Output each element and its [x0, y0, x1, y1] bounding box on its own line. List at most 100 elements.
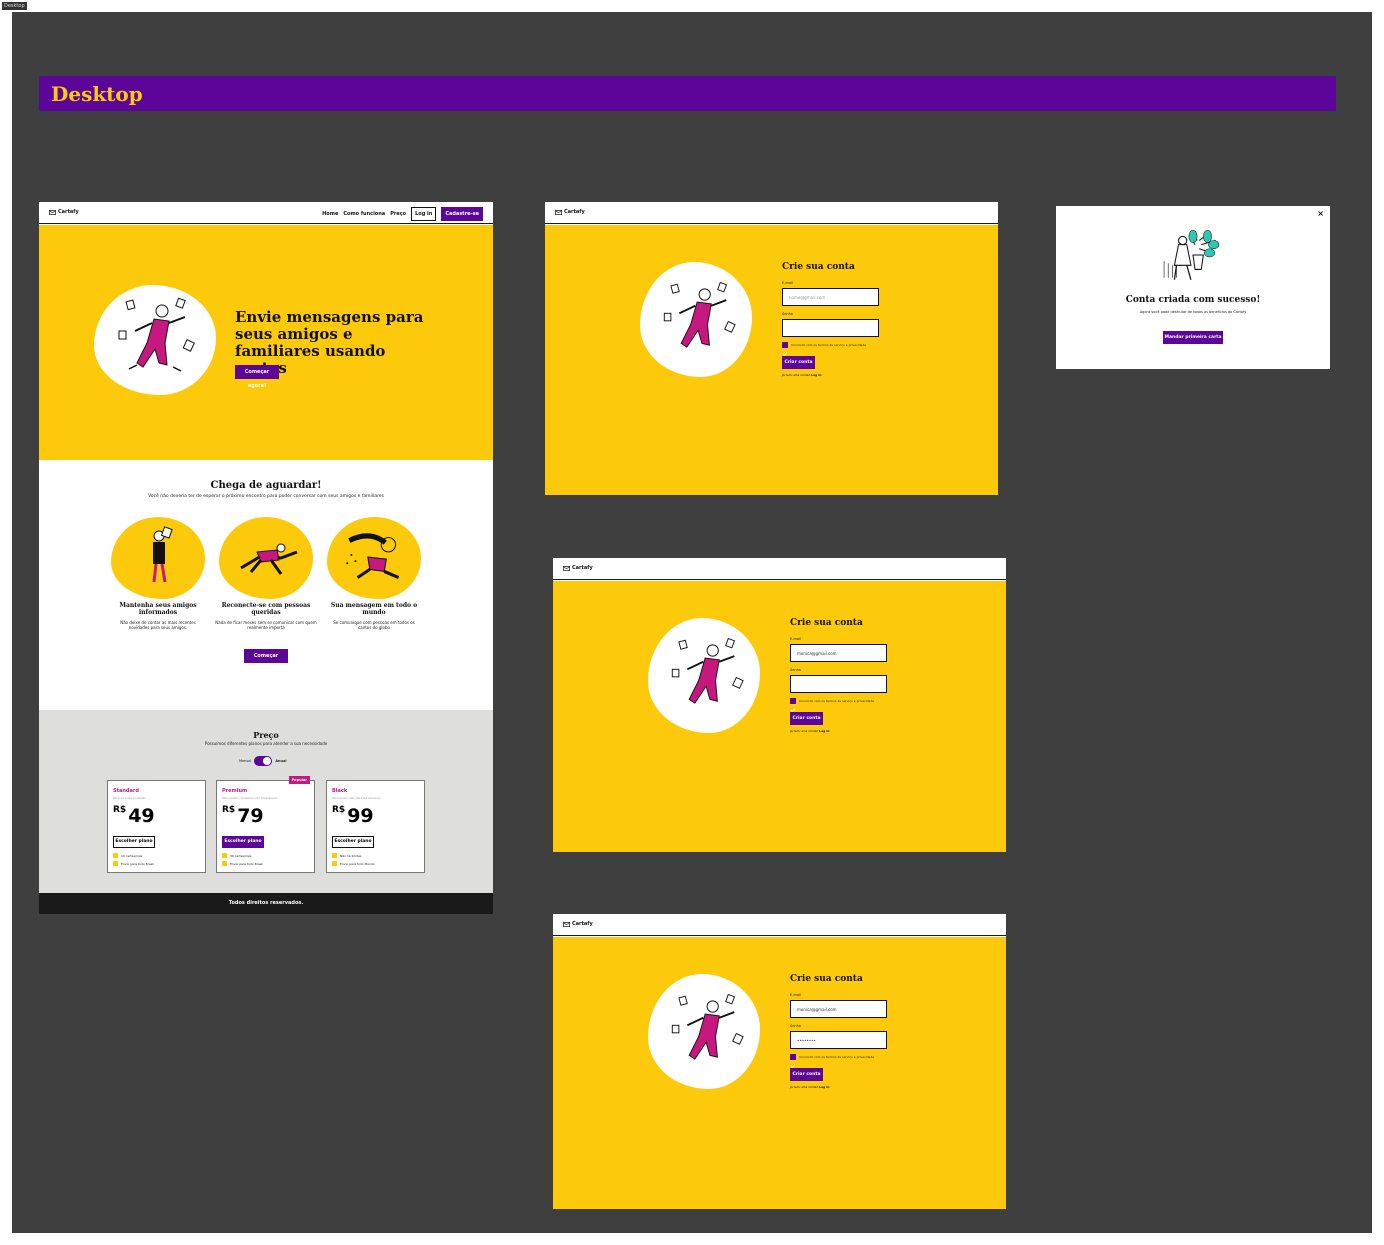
signup-page-empty: Cartafy Crie sua conta E-mail nome@gmail…	[545, 202, 998, 495]
plan-name: Standard	[113, 788, 139, 794]
success-modal: × Conta criada com sucesso! Agora você p…	[1056, 206, 1330, 369]
footer: Todos direitos reservados.	[39, 893, 493, 914]
juggler-illustration	[671, 637, 744, 704]
plan-currency: R$	[113, 805, 127, 815]
choose-plan-button[interactable]: Escolher plano	[222, 836, 264, 848]
logo[interactable]: Cartafy	[555, 209, 585, 215]
choose-plan-button[interactable]: Escolher plano	[332, 836, 374, 848]
plan-desc: Para quem não para de escrever	[332, 796, 381, 800]
envelope-icon	[563, 921, 570, 927]
terms-checkbox[interactable]	[790, 698, 796, 713]
logo[interactable]: Cartafy	[563, 565, 593, 571]
billing-toggle-row: Mensal Anual	[239, 756, 287, 766]
choose-plan-button[interactable]: Escolher plano	[113, 836, 155, 848]
close-icon[interactable]: ×	[1317, 209, 1324, 218]
features-subtitle: Você não deveria ter de esperar o próxim…	[148, 494, 384, 499]
create-account-button[interactable]: Criar conta	[790, 1068, 823, 1081]
signup-section: Crie sua conta E-mail monica@gmail.com S…	[553, 937, 1006, 1209]
logo[interactable]: Cartafy	[563, 921, 593, 927]
login-prompt: Já tem uma conta? Log in	[790, 729, 830, 733]
logo-text: Cartafy	[572, 565, 593, 571]
plan-desc: Para quem conversa com frequência	[222, 796, 277, 800]
feature-3-text: Se comunique com pessoas em todos os can…	[333, 620, 415, 630]
signup-section: Crie sua conta E-mail nome@gmail.com Sen…	[545, 225, 998, 495]
plan-feature-text: Envio para todo Mundo	[340, 861, 375, 866]
plan-feature-text: 10 cartas/mês	[121, 853, 143, 858]
password-input[interactable]	[790, 675, 887, 693]
login-link[interactable]: Log in	[819, 729, 829, 733]
logo-text: Cartafy	[572, 921, 593, 927]
email-input[interactable]: monica@gmail.com	[790, 1000, 887, 1018]
terms-checkbox[interactable]	[790, 1054, 796, 1069]
password-input[interactable]	[782, 319, 879, 337]
login-button[interactable]: Log in	[411, 207, 437, 221]
check-icon	[113, 853, 118, 858]
check-icon	[332, 853, 337, 858]
signup-page-email-filled: Cartafy Crie sua conta E-mail monica@gma…	[553, 558, 1006, 852]
billing-toggle[interactable]	[254, 756, 273, 766]
login-link[interactable]: Log in	[819, 1085, 829, 1089]
password-label: Senha	[790, 1024, 801, 1028]
plan-feature-text: Não há limites	[340, 853, 362, 858]
nav-home[interactable]: Home	[322, 211, 338, 217]
navbar: Cartafy	[545, 202, 998, 224]
terms-checkbox[interactable]	[782, 342, 788, 357]
plan-amount: 49	[128, 805, 155, 827]
nav-price[interactable]: Preço	[390, 211, 406, 217]
reader-illustration	[152, 526, 173, 583]
plan-amount: 99	[347, 805, 374, 827]
toggle-annual-label: Anual	[275, 759, 287, 763]
plant-person-illustration	[1163, 230, 1220, 280]
signup-title: Crie sua conta	[790, 974, 863, 984]
signup-button[interactable]: Cadastre-se	[441, 207, 483, 221]
modal-title: Conta criada com sucesso!	[1125, 295, 1261, 305]
navbar: Cartafy	[553, 914, 1006, 936]
logo-text: Cartafy	[58, 209, 79, 215]
password-label: Senha	[782, 312, 793, 316]
juggler-illustration	[671, 993, 744, 1060]
create-account-button[interactable]: Criar conta	[790, 712, 823, 725]
plan-feature-text: Envio para todo Brasil	[230, 861, 264, 866]
email-input[interactable]: monica@gmail.com	[790, 644, 887, 662]
toggle-monthly-label: Mensal	[239, 759, 252, 763]
email-input[interactable]: nome@gmail.com	[782, 288, 879, 306]
runner-illustration	[240, 543, 298, 575]
login-link[interactable]: Log in	[811, 373, 821, 377]
modal-text: Agora você pode desfrutar de todos os be…	[1139, 310, 1247, 314]
envelope-icon	[563, 565, 570, 571]
plan-price: R$ 79	[222, 805, 264, 827]
features-cta-button[interactable]: Começar agora!	[244, 649, 288, 673]
feature-3-title: Sua mensagem em todo o mundo	[330, 602, 418, 616]
landing-page: Cartafy Home Como funciona Preço Log in …	[39, 202, 493, 914]
logo-text: Cartafy	[564, 209, 585, 215]
hero-section: Envie mensagens para seus amigos e famil…	[39, 225, 493, 460]
email-label: E-mail	[790, 637, 801, 641]
nav-how[interactable]: Como funciona	[343, 211, 385, 217]
feature-2-text: Nada de ficar meses sem se comunicar com…	[215, 620, 317, 630]
check-icon	[222, 853, 227, 858]
banner-title: Desktop	[51, 82, 143, 106]
plan-feature-text: Envio para todo Brasil	[121, 861, 155, 866]
terms-text: Concordo com os termos de serviço e priv…	[791, 343, 867, 347]
login-prompt: Já tem uma conta? Log in	[790, 1085, 830, 1089]
footer-text: Todos direitos reservados.	[228, 900, 304, 906]
check-icon	[222, 861, 227, 866]
login-prompt: Já tem uma conta? Log in	[782, 373, 822, 377]
email-label: E-mail	[790, 993, 801, 997]
plan-amount: 79	[237, 805, 264, 827]
feature-1-text: Não deixe de contar as mais recentes nov…	[120, 620, 196, 630]
frame-tag: Desktop	[2, 2, 27, 10]
password-input[interactable]: ••••••••	[790, 1031, 887, 1049]
plan-price: R$ 99	[332, 805, 374, 827]
pricing-section: Preço Possuímos diferentes planos para a…	[39, 710, 493, 893]
create-account-button[interactable]: Criar conta	[782, 356, 815, 369]
plan-currency: R$	[332, 805, 346, 815]
terms-text: Concordo com os termos de serviço e priv…	[799, 699, 875, 703]
popular-badge: Popular	[288, 776, 310, 784]
hero-cta-button[interactable]: Começar agora!	[235, 365, 279, 389]
signup-section: Crie sua conta E-mail monica@gmail.com S…	[553, 581, 1006, 852]
pricing-subtitle: Possuímos diferentes planos para atender…	[204, 741, 328, 746]
send-first-letter-button[interactable]: Mandar primeira carta	[1163, 331, 1223, 344]
check-icon	[332, 861, 337, 866]
logo[interactable]: Cartafy	[49, 209, 79, 215]
